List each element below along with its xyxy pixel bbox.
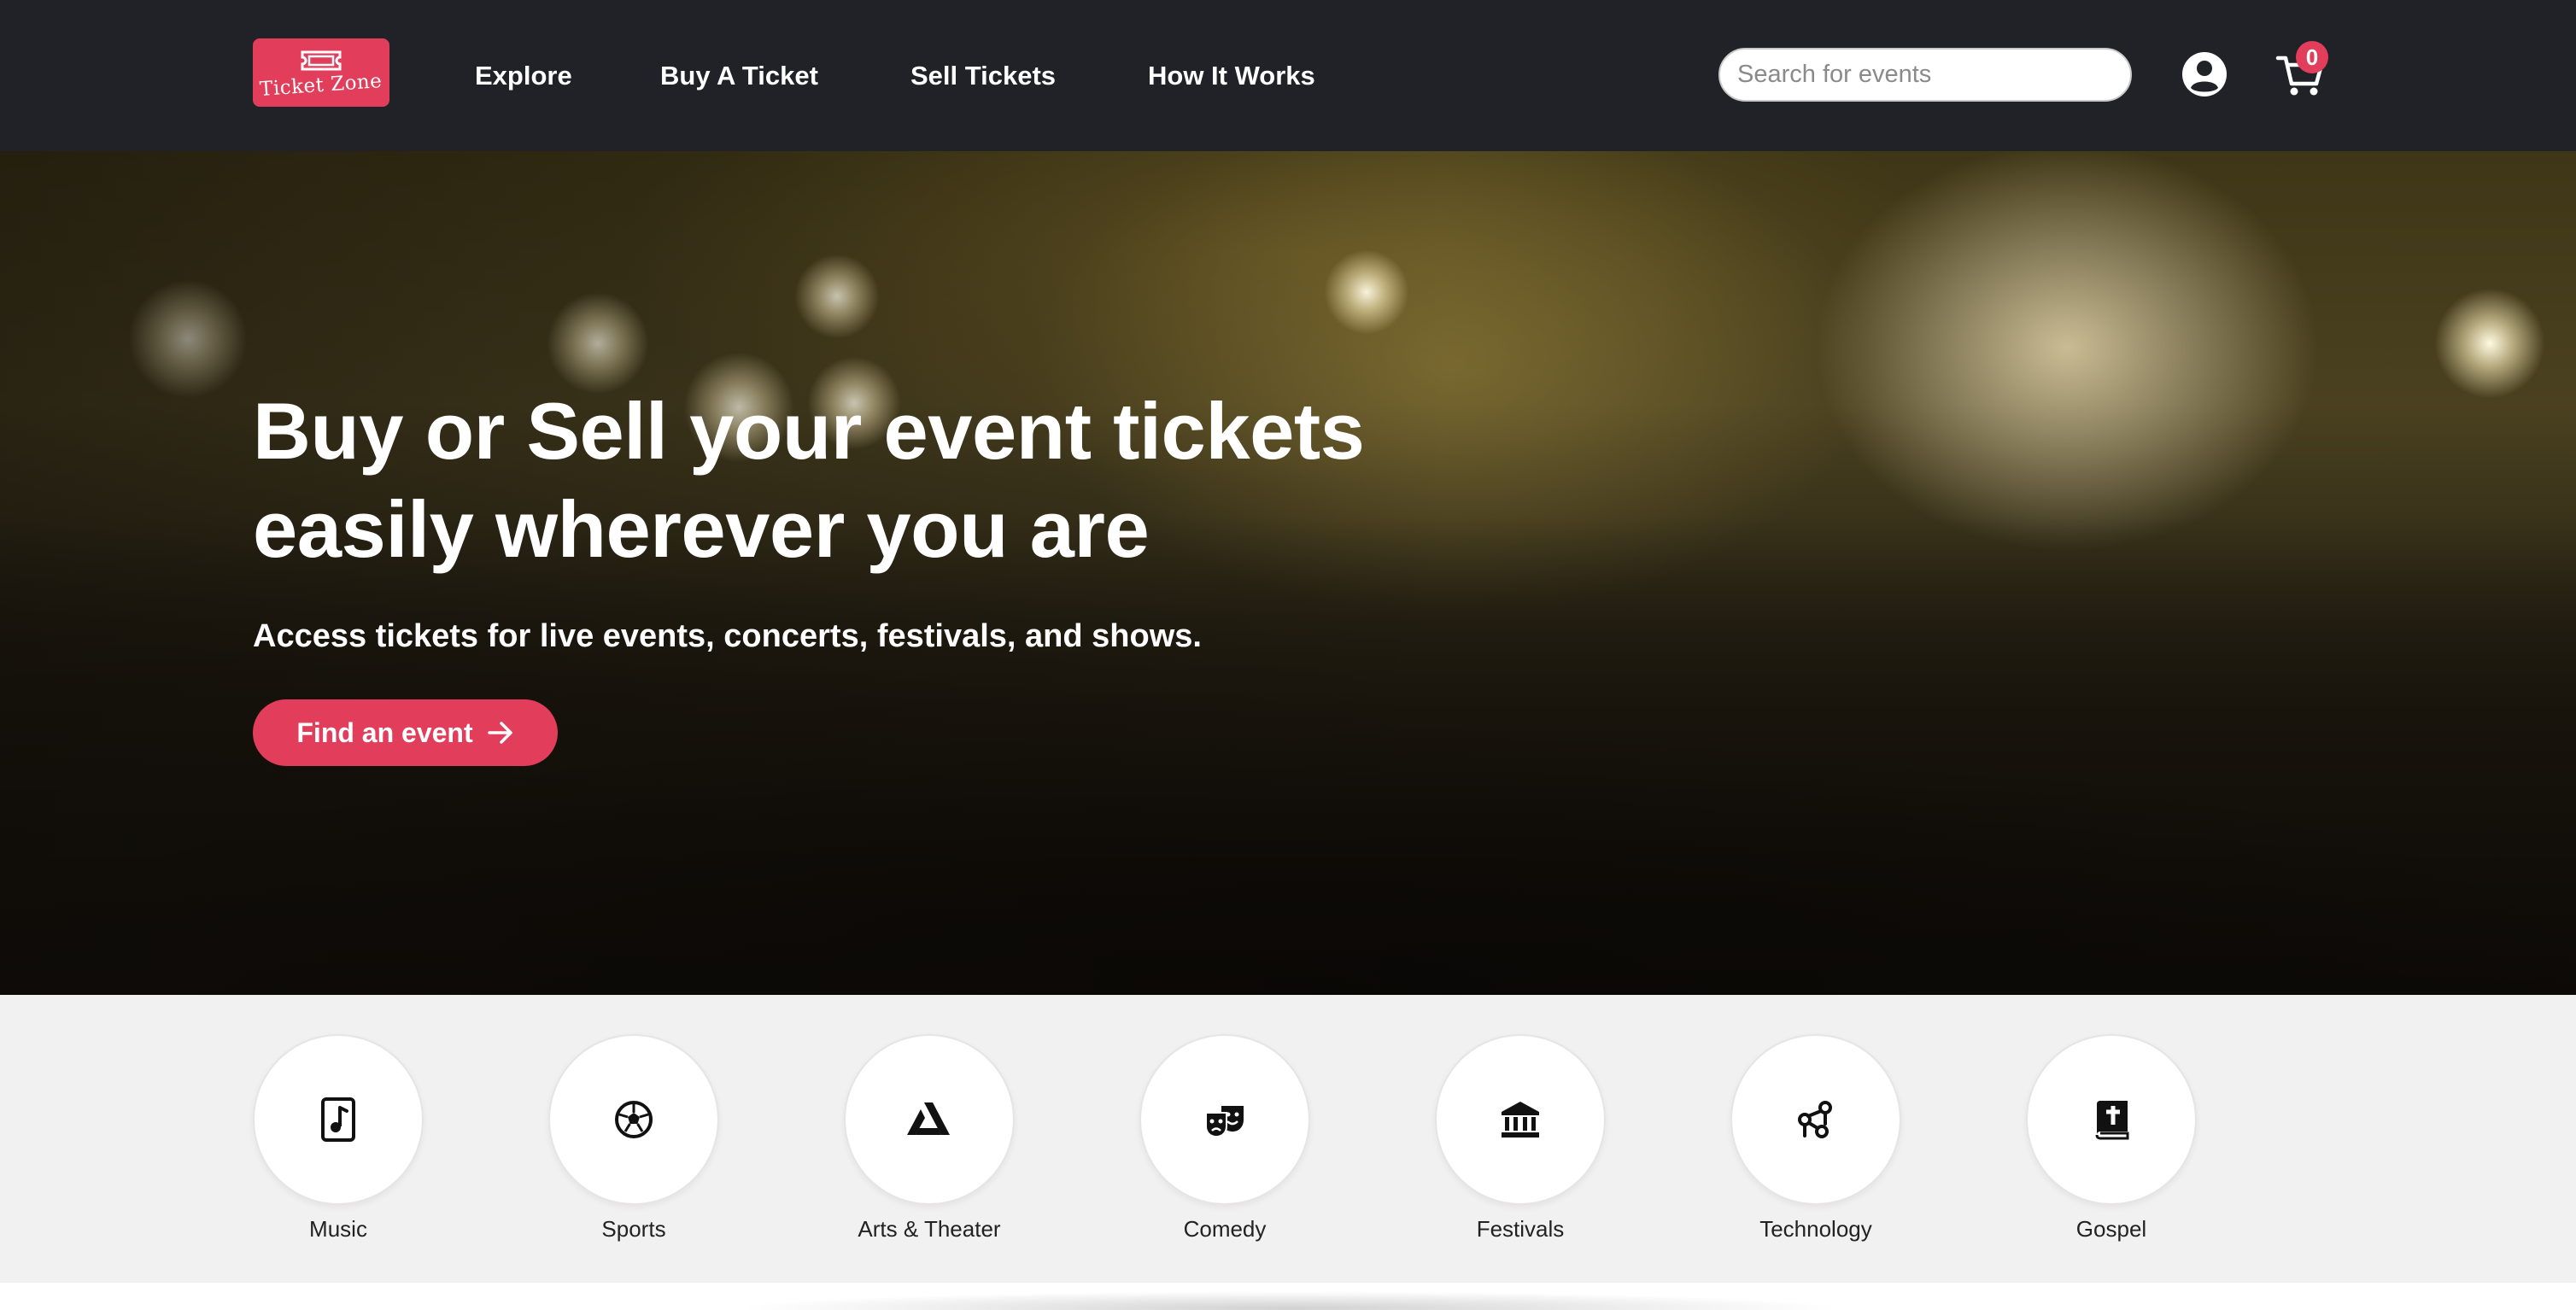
category-gospel[interactable]: Gospel (2026, 1034, 2197, 1243)
nav-link-sell-tickets[interactable]: Sell Tickets (910, 60, 1056, 92)
category-label: Comedy (1183, 1216, 1267, 1242)
stage-light (2434, 288, 2545, 399)
category-sports[interactable]: Sports (548, 1034, 719, 1243)
category-label: Festivals (1476, 1216, 1565, 1242)
nav-link-how-it-works[interactable]: How It Works (1148, 60, 1315, 92)
search-input[interactable] (1718, 48, 2132, 102)
bible-icon (2095, 1101, 2129, 1140)
category-circle (548, 1034, 719, 1205)
soccer-ball-icon (615, 1101, 653, 1138)
nav-link-explore[interactable]: Explore (475, 60, 572, 92)
category-circle (1730, 1034, 1901, 1205)
find-event-button[interactable]: Find an event (253, 699, 558, 766)
circuit-icon (1798, 1101, 1832, 1138)
cart-count-badge: 0 (2296, 41, 2328, 73)
ticket-zone-logo[interactable]: Ticket Zone (253, 38, 389, 107)
landmark-icon (1502, 1102, 1539, 1137)
hero-title-line-1: Buy or Sell your event tickets (253, 386, 1365, 476)
hero-title-line-2: easily wherever you are (253, 484, 1150, 574)
nav-link-buy-a-ticket[interactable]: Buy A Ticket (660, 60, 818, 92)
music-note-icon (321, 1097, 355, 1142)
category-circle (2026, 1034, 2197, 1205)
hero-title: Buy or Sell your event tickets easily wh… (253, 382, 1534, 578)
category-technology[interactable]: Technology (1730, 1034, 1901, 1243)
category-music[interactable]: Music (253, 1034, 424, 1243)
arts-icon (907, 1102, 950, 1135)
category-circle (1435, 1034, 1606, 1205)
category-comedy[interactable]: Comedy (1139, 1034, 1310, 1243)
category-label: Music (309, 1216, 367, 1242)
category-label: Technology (1759, 1216, 1872, 1242)
user-circle-icon[interactable] (2181, 51, 2228, 97)
category-circle (253, 1034, 424, 1205)
logo-text: Ticket Zone (259, 70, 383, 101)
category-bar: Music Sports Arts & Theater Comedy Festi… (0, 995, 2576, 1283)
category-label: Sports (601, 1216, 666, 1242)
hero-subtitle: Access tickets for live events, concerts… (253, 618, 1202, 654)
top-navbar: Ticket Zone Explore Buy A Ticket Sell Ti… (0, 0, 2576, 151)
arrow-right-icon (487, 722, 512, 744)
category-label: Gospel (2075, 1216, 2147, 1242)
ticket-icon (301, 50, 342, 71)
category-circle (1139, 1034, 1310, 1205)
category-arts-theater[interactable]: Arts & Theater (844, 1034, 1015, 1243)
category-circle (844, 1034, 1015, 1205)
find-event-label: Find an event (296, 716, 473, 748)
hero-banner: Buy or Sell your event tickets easily wh… (0, 151, 2576, 995)
theater-masks-icon (1205, 1106, 1244, 1138)
category-label: Arts & Theater (858, 1216, 1001, 1242)
category-festivals[interactable]: Festivals (1435, 1034, 1606, 1243)
